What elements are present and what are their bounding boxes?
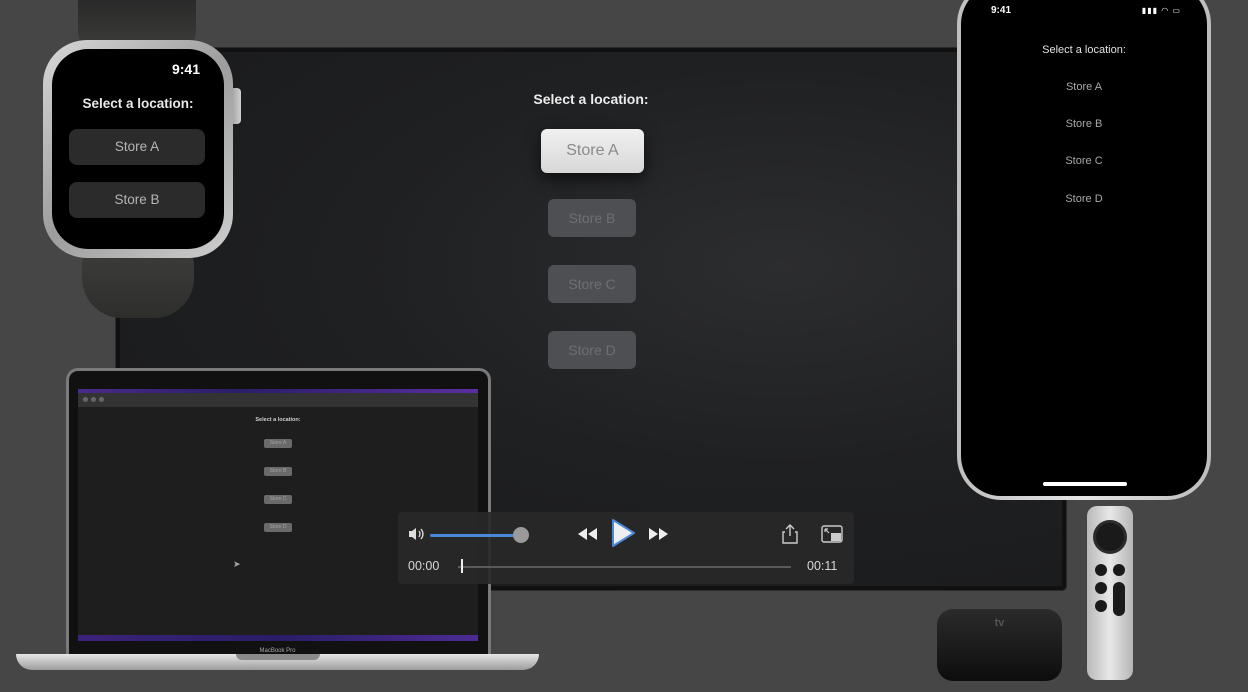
phone-store-c[interactable]: Store C: [961, 155, 1207, 167]
apple-tv-box: tv: [937, 609, 1062, 681]
macbook-label: MacBook Pro: [259, 648, 296, 654]
mac-store-d-button[interactable]: Store D: [264, 523, 292, 532]
home-indicator: [1043, 482, 1127, 486]
status-bar-icons: ▮▮▮ ◠ ▭: [1141, 6, 1181, 15]
window-titlebar: [78, 393, 478, 407]
play-icon[interactable]: [606, 517, 638, 549]
tv-store-d-button[interactable]: Store D: [548, 331, 636, 369]
tv-store-b-button[interactable]: Store B: [548, 199, 636, 237]
mouse-pointer-icon: ➤: [233, 559, 241, 569]
speaker-icon[interactable]: [408, 526, 426, 542]
minimize-window-icon[interactable]: [91, 397, 96, 402]
phone-store-b[interactable]: Store B: [961, 118, 1207, 130]
tv-store-c-button[interactable]: Store C: [548, 265, 636, 303]
watch-store-b-button[interactable]: Store B: [69, 182, 205, 218]
wallpaper-strip-bottom: [78, 635, 478, 641]
apple-tv-logo-text: tv: [994, 617, 1005, 629]
mac-store-c-button[interactable]: Store C: [264, 495, 292, 504]
volume-rocker-icon[interactable]: [1113, 582, 1125, 616]
duration: 00:11: [807, 559, 838, 573]
watch-band-bottom: [82, 250, 194, 318]
watch-time: 9:41: [171, 61, 200, 77]
share-icon[interactable]: [782, 524, 798, 544]
mac-title: Select a location:: [255, 417, 301, 423]
watch-title: Select a location:: [82, 96, 194, 111]
phone-title: Select a location:: [1042, 44, 1126, 56]
watch-store-a-button[interactable]: Store A: [69, 129, 205, 165]
volume-knob[interactable]: [513, 527, 529, 543]
mute-remote-icon[interactable]: [1095, 600, 1107, 612]
tv-button-icon[interactable]: [1113, 564, 1125, 576]
picture-in-picture-icon[interactable]: [821, 525, 843, 543]
tv-store-a-button[interactable]: Store A: [541, 129, 644, 173]
apple-tv-logo: tv: [937, 617, 1062, 629]
current-time: 00:00: [408, 559, 440, 573]
macbook-base: [16, 654, 539, 670]
simulator-canvas: Select a location: Store A Store B Store…: [0, 0, 1248, 692]
rewind-icon[interactable]: [576, 526, 598, 542]
scrubber-playhead[interactable]: [461, 559, 463, 573]
play-pause-remote-icon[interactable]: [1095, 582, 1107, 594]
macbook-notch: [236, 654, 320, 660]
back-button-icon[interactable]: [1095, 564, 1107, 576]
mac-store-b-button[interactable]: Store B: [264, 467, 292, 476]
video-player-controls: 00:00 00:11: [398, 512, 854, 584]
apple-watch: 9:41 Select a location: Store A Store B: [43, 40, 233, 258]
phone-store-d[interactable]: Store D: [961, 193, 1207, 205]
tv-title: Select a location:: [533, 91, 649, 107]
iphone: 9:41 ▮▮▮ ◠ ▭ Select a location: Store A …: [957, 0, 1211, 500]
clickpad-icon[interactable]: [1093, 520, 1127, 554]
siri-remote: [1087, 506, 1133, 680]
iphone-screen: 9:41 ▮▮▮ ◠ ▭ Select a location: Store A …: [961, 0, 1207, 496]
mac-store-a-button[interactable]: Store A: [264, 439, 292, 448]
phone-time: 9:41: [991, 5, 1012, 16]
zoom-window-icon[interactable]: [99, 397, 104, 402]
close-window-icon[interactable]: [83, 397, 88, 402]
phone-store-a[interactable]: Store A: [961, 81, 1207, 93]
fast-forward-icon[interactable]: [648, 526, 670, 542]
volume-slider[interactable]: [430, 534, 522, 537]
progress-scrubber[interactable]: [458, 566, 791, 568]
watch-screen: 9:41 Select a location: Store A Store B: [52, 49, 224, 249]
